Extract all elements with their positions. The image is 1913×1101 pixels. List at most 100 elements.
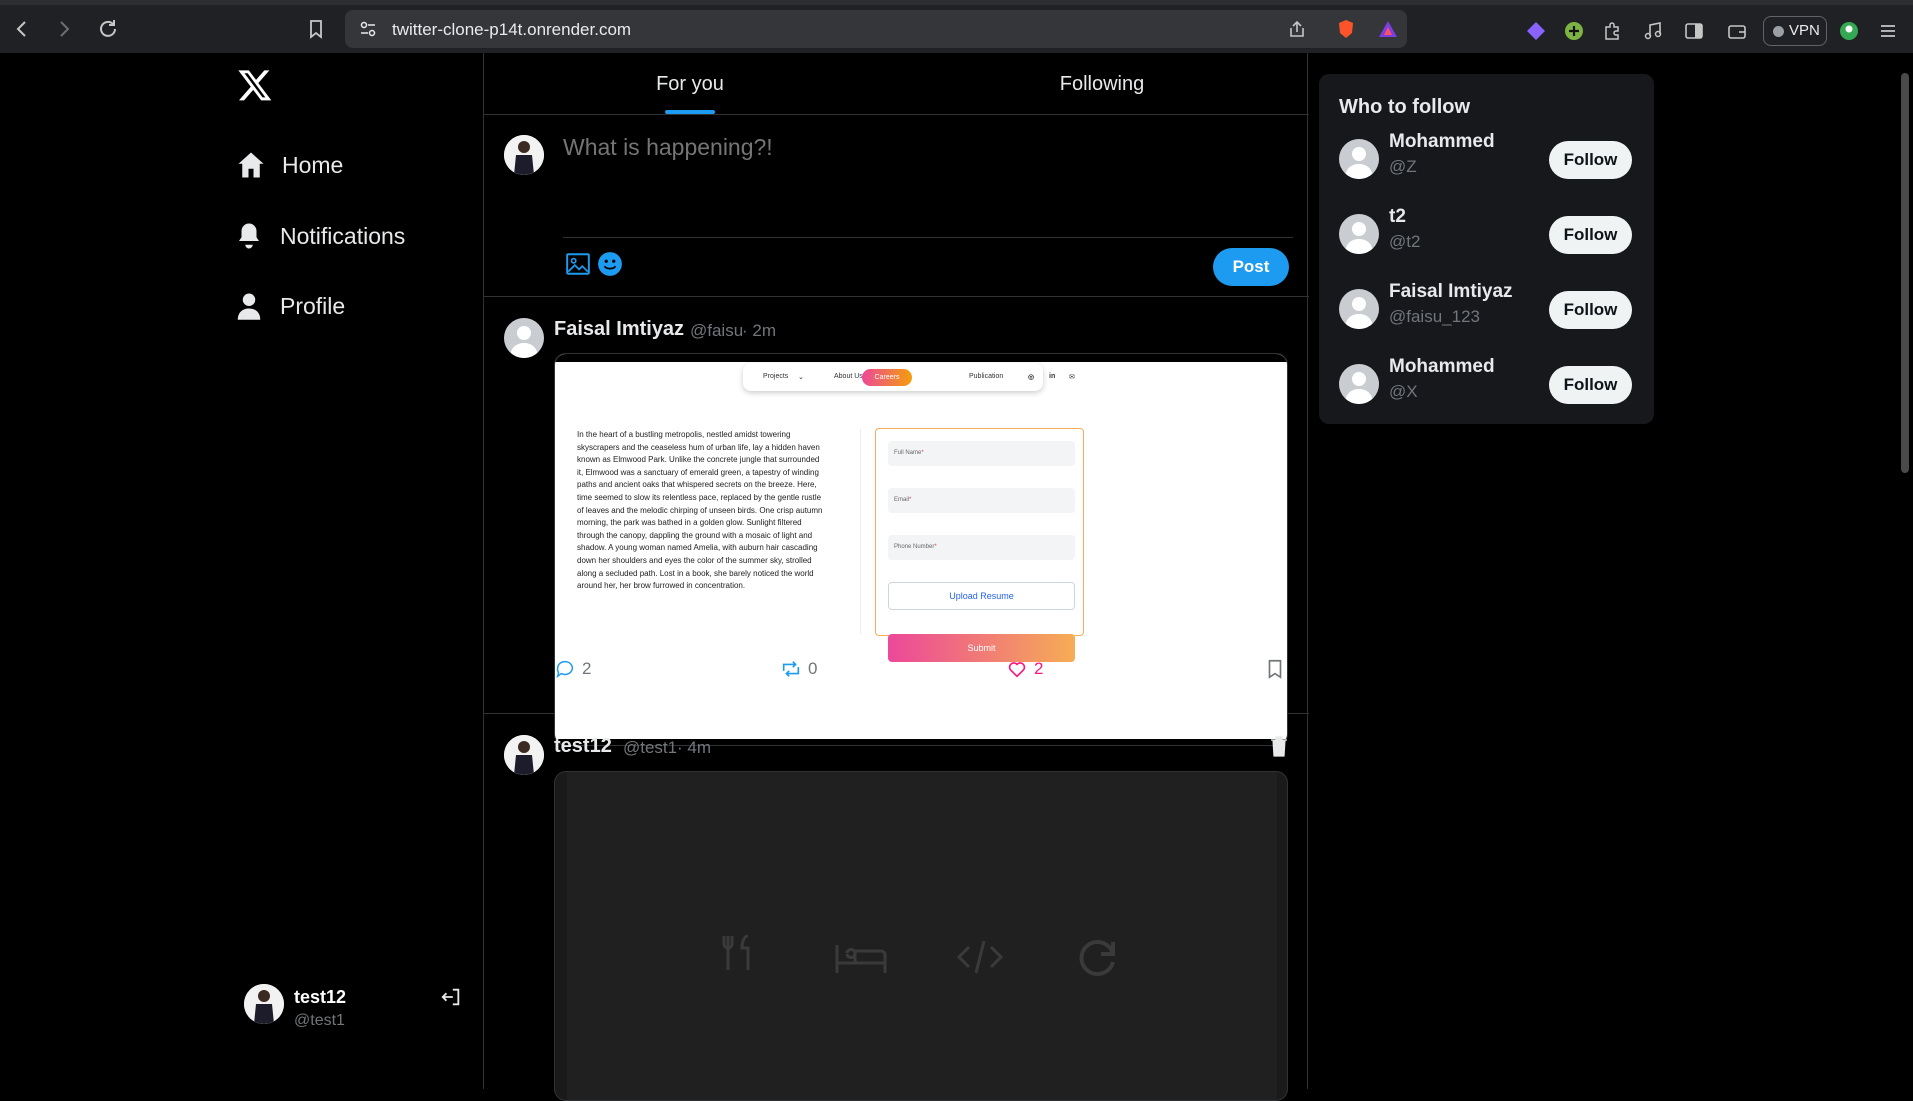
user-icon [237,293,261,320]
browser-toolbar: twitter-clone-p14t.onrender.com VPN [0,0,1913,53]
active-tab-indicator [665,110,715,114]
vpn-button[interactable]: VPN [1763,16,1827,46]
repost-icon [782,661,800,677]
embedded-body-text: In the heart of a bustling metropolis, n… [577,430,823,591]
suggestion-handle: @X [1389,382,1418,401]
who-to-follow-panel: Who to follow Mohammed @Z Follow t2 @t2 … [1319,74,1654,424]
repost-count: 0 [808,659,818,678]
url-text: twitter-clone-p14t.onrender.com [392,20,632,39]
heart-icon [1008,662,1026,678]
left-sidebar: Home Notifications Profile test12 @test1 [220,53,483,1089]
post-author-name[interactable]: test12 [554,735,612,758]
post-image[interactable]: Projects ⌄ About Us Careers Publication … [554,353,1288,746]
avatar [244,984,284,1024]
suggestion-name: t2 [1389,206,1406,227]
site-settings-icon[interactable] [359,20,377,38]
bookmark-page-icon[interactable] [304,17,328,41]
post-composer: Post [484,115,1309,297]
follow-suggestion[interactable]: Faisal Imtiyaz @faisu_123 Follow [1339,281,1635,333]
sidebar-item-notifications[interactable]: Notifications [234,216,405,256]
linkedin-icon: in [1049,373,1056,380]
suggestion-handle: @faisu_123 [1389,307,1480,326]
embedded-application-form: Full Name* Email* Phone Number* Upload R… [875,428,1084,662]
post-author-handle[interactable]: @test1 [623,738,677,758]
share-icon[interactable] [1287,19,1307,39]
follow-button[interactable]: Follow [1549,216,1632,254]
follow-suggestion[interactable]: Mohammed @Z Follow [1339,131,1635,183]
tab-following[interactable]: Following [896,53,1308,115]
media-music-icon[interactable] [1643,21,1663,41]
profile-avatar-icon[interactable] [1839,21,1859,41]
current-user-name: test12 [294,987,347,1007]
avatar [1339,364,1379,404]
extension-gem-icon[interactable] [1526,21,1546,41]
follow-suggestion[interactable]: Mohammed @X Follow [1339,356,1635,408]
wallet-icon[interactable] [1727,21,1747,41]
avatar [1339,289,1379,329]
sidebar-item-label: Home [282,151,344,178]
scrollbar-thumb[interactable] [1901,73,1909,473]
reply-count: 2 [582,659,592,678]
reload-icon[interactable] [96,17,120,41]
address-bar[interactable]: twitter-clone-p14t.onrender.com [345,10,1407,48]
delete-icon[interactable] [1269,735,1289,757]
forward-icon[interactable] [52,17,76,41]
code-icon [956,940,1004,974]
suggestion-handle: @t2 [1389,232,1421,251]
suggestion-name: Mohammed [1389,356,1495,377]
bell-icon [239,223,259,249]
sidebar-item-profile[interactable]: Profile [234,286,345,326]
post-card[interactable]: test12 @test1 · 4m [484,715,1309,1101]
mail-icon: ✉ [1069,374,1075,381]
bed-icon [835,945,887,973]
bookmark-button[interactable] [1264,658,1286,680]
emoji-icon[interactable] [597,251,623,277]
avatar [504,735,544,775]
comment-icon [556,660,574,679]
post-image[interactable] [554,771,1288,1101]
main-feed: For you Following Post Faisal Imtiyaz @f… [483,53,1309,1101]
sidebar-item-home[interactable]: Home [236,145,343,185]
follow-button[interactable]: Follow [1549,291,1632,329]
post-time: · 4m [677,738,711,757]
follow-suggestion[interactable]: t2 @t2 Follow [1339,206,1635,258]
home-icon [238,152,264,178]
follow-button[interactable]: Follow [1549,366,1632,404]
avatar [504,318,544,358]
post-author-handle[interactable]: @faisu [690,321,743,341]
redo-icon [1079,940,1115,976]
embedded-site-nav: Projects ⌄ About Us Careers Publication … [743,363,1075,391]
extensions-puzzle-icon[interactable] [1602,21,1622,41]
sidebar-item-label: Profile [280,292,346,319]
back-icon[interactable] [10,17,34,41]
compose-input[interactable] [563,134,1283,161]
post-author-name[interactable]: Faisal Imtiyaz [554,318,684,341]
suggestion-name: Faisal Imtiyaz [1389,281,1513,302]
reply-button[interactable]: 2 [554,658,591,680]
like-button[interactable]: 2 [1006,658,1043,680]
brave-rewards-icon[interactable] [1377,18,1399,40]
bookmark-icon [1268,659,1282,679]
like-count: 2 [1034,659,1044,678]
post-actions: 2 0 2 [554,658,1288,682]
post-button[interactable]: Post [1213,248,1289,286]
panel-title: Who to follow [1339,96,1471,118]
brave-shields-icon[interactable] [1335,18,1357,40]
current-user-card[interactable]: test12 @test1 [244,984,464,1040]
repost-button[interactable]: 0 [780,658,817,680]
sidebar-toggle-icon[interactable] [1684,21,1704,41]
sidebar-item-label: Notifications [280,222,406,249]
extension-plus-icon[interactable] [1564,21,1584,41]
tab-for-you[interactable]: For you [484,53,896,115]
image-upload-icon[interactable] [565,251,591,277]
page-scrollbar[interactable] [1897,53,1913,1089]
instagram-icon: ◎ [1028,374,1035,381]
current-user-handle: @test1 [294,1012,345,1029]
follow-button[interactable]: Follow [1549,141,1632,179]
app-page: Home Notifications Profile test12 @test1… [0,53,1913,1101]
post-card[interactable]: Faisal Imtiyaz @faisu · 2m Projects ⌄ Ab… [484,298,1309,746]
x-logo-icon[interactable] [236,67,274,103]
suggestion-name: Mohammed [1389,131,1495,152]
logout-icon[interactable] [440,986,462,1008]
menu-icon[interactable] [1878,21,1898,41]
